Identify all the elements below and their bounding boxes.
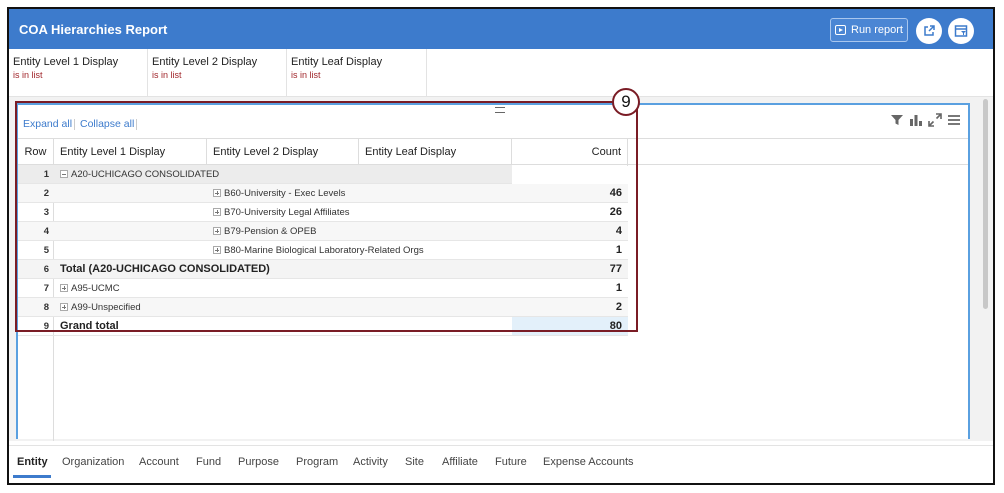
tab-affiliate[interactable]: Affiliate (442, 456, 478, 468)
tab-program[interactable]: Program (296, 456, 338, 468)
expand-icon[interactable] (928, 113, 942, 127)
tab-activity[interactable]: Activity (353, 456, 388, 468)
filter-entity-level-2[interactable]: Entity Level 2 Display is in list (148, 49, 287, 97)
filter-label: Entity Level 2 Display (152, 56, 258, 68)
filter-value: is in list (13, 70, 43, 80)
sheet-tabs: Entity Organization Account Fund Purpose… (9, 445, 993, 483)
tab-organization[interactable]: Organization (62, 456, 124, 468)
filter-window-icon (954, 25, 968, 37)
filter-label: Entity Leaf Display (291, 56, 383, 68)
run-report-button[interactable]: Run report (830, 18, 908, 42)
callout-highlight-box (15, 101, 638, 332)
tab-fund[interactable]: Fund (196, 456, 221, 468)
report-header: COA Hierarchies Report Run report (9, 9, 993, 49)
filter-value: is in list (291, 70, 321, 80)
tab-purpose[interactable]: Purpose (238, 456, 279, 468)
filter-entity-leaf[interactable]: Entity Leaf Display is in list (287, 49, 427, 97)
tab-site[interactable]: Site (405, 456, 424, 468)
run-report-label: Run report (851, 24, 903, 36)
callout-number-badge: 9 (612, 88, 640, 116)
vertical-scrollbar[interactable] (981, 99, 991, 439)
report-title: COA Hierarchies Report (19, 22, 168, 37)
filter-icon[interactable] (890, 113, 904, 127)
open-external-button[interactable] (916, 18, 942, 44)
tab-future[interactable]: Future (495, 456, 527, 468)
bar-chart-icon[interactable] (909, 113, 923, 127)
filter-bar: Entity Level 1 Display is in list Entity… (9, 49, 993, 97)
filter-panel-button[interactable] (948, 18, 974, 44)
play-icon (835, 25, 846, 35)
external-link-icon (924, 25, 935, 36)
menu-icon[interactable] (947, 113, 961, 127)
active-tab-indicator (13, 475, 51, 478)
filter-entity-level-1[interactable]: Entity Level 1 Display is in list (9, 49, 148, 97)
filter-label: Entity Level 1 Display (13, 56, 119, 68)
scrollbar-thumb[interactable] (983, 99, 988, 309)
tab-expense-accounts[interactable]: Expense Accounts (543, 456, 634, 468)
filter-value: is in list (152, 70, 182, 80)
tab-entity[interactable]: Entity (17, 456, 48, 468)
tab-account[interactable]: Account (139, 456, 179, 468)
